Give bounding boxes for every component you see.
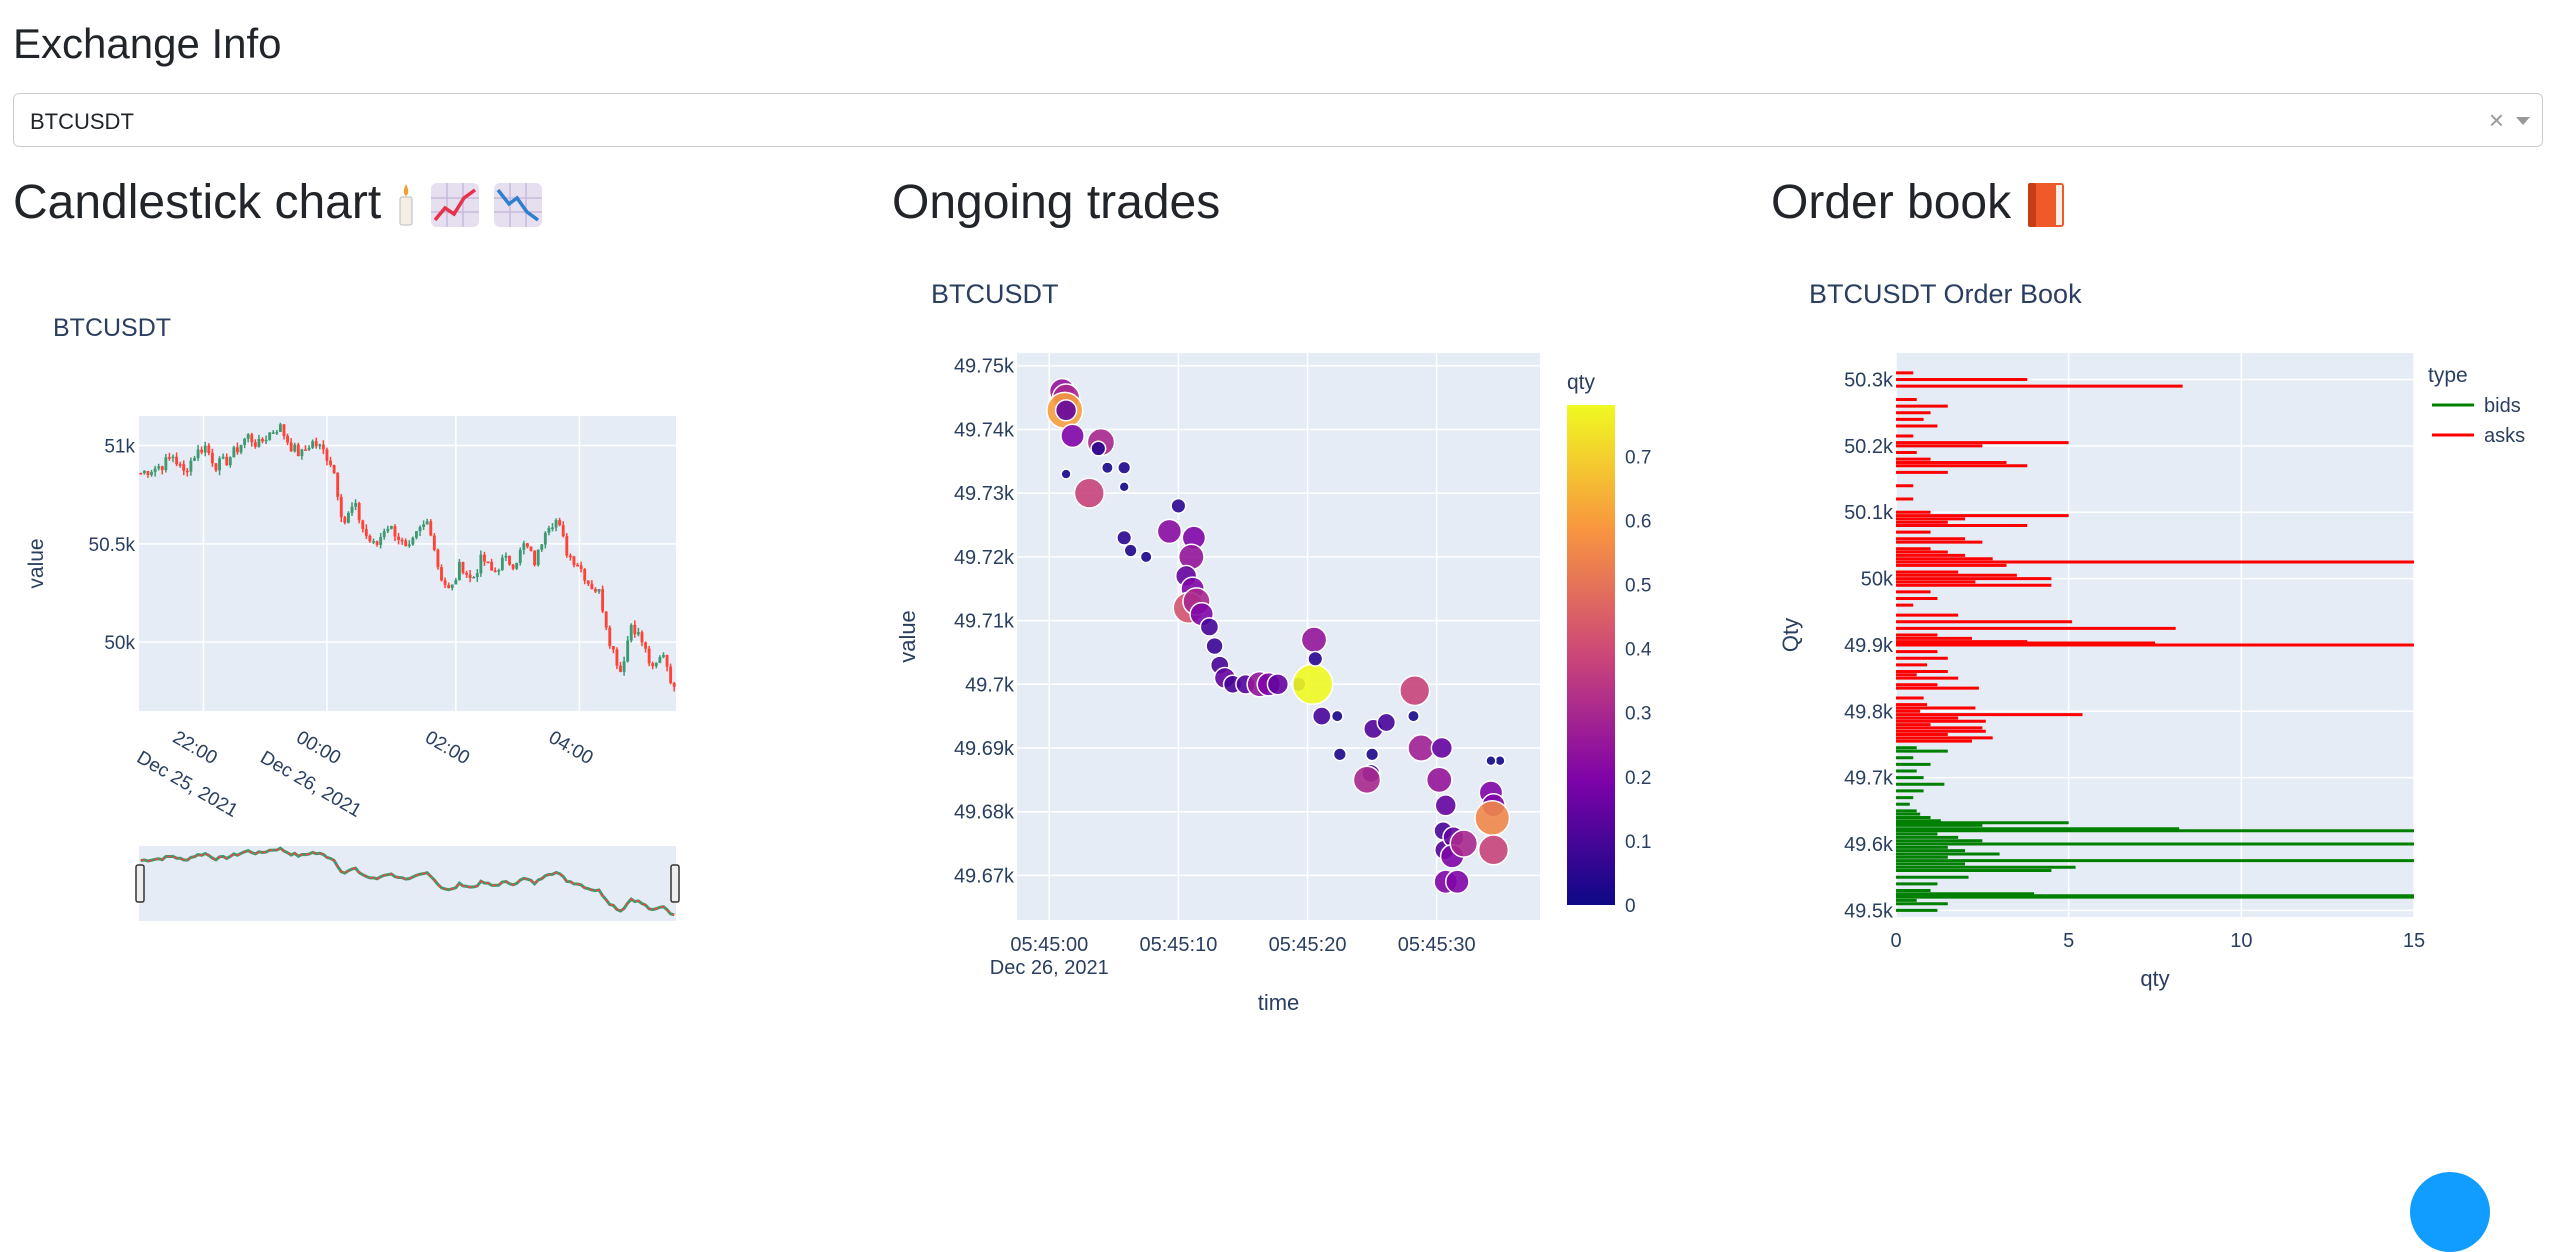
orderbook-y-tick-label: 50.1k	[1844, 502, 1894, 524]
orderbook-x-tick-label: 15	[2403, 930, 2425, 952]
orderbook-x-tick-label: 10	[2230, 930, 2252, 952]
orderbook-y-tick-label: 49.5k	[1844, 900, 1894, 922]
orderbook-chart-title: BTCUSDT Order Book	[1809, 279, 2082, 309]
orderbook-x-axis-label: qty	[2140, 966, 2169, 991]
orderbook-x-tick-label: 5	[2063, 930, 2074, 952]
orderbook-y-axis-label: Qty	[1778, 618, 1803, 652]
orderbook-y-tick-label: 50.2k	[1844, 436, 1894, 458]
floating-action-button[interactable]	[2410, 1172, 2490, 1252]
legend-item-asks[interactable]: asks	[2484, 425, 2525, 447]
orderbook-legend-title: type	[2428, 364, 2468, 387]
orderbook-plot-area	[1896, 353, 2414, 917]
orderbook-y-tick-label: 50k	[1861, 569, 1894, 591]
orderbook-y-tick-label: 50.3k	[1844, 370, 1894, 392]
orderbook-y-tick-label: 49.7k	[1844, 768, 1894, 790]
orderbook-y-tick-label: 49.9k	[1844, 635, 1894, 657]
orderbook-chart: BTCUSDT Order Book 49.5k 49.6k 49.7k 49.8k 49…	[1778, 279, 2525, 991]
orderbook-y-tick-label: 49.8k	[1844, 701, 1894, 723]
legend-item-bids[interactable]: bids	[2484, 395, 2521, 417]
orderbook-y-tick-label: 49.6k	[1844, 834, 1894, 856]
orderbook-x-tick-label: 0	[1890, 930, 1901, 952]
